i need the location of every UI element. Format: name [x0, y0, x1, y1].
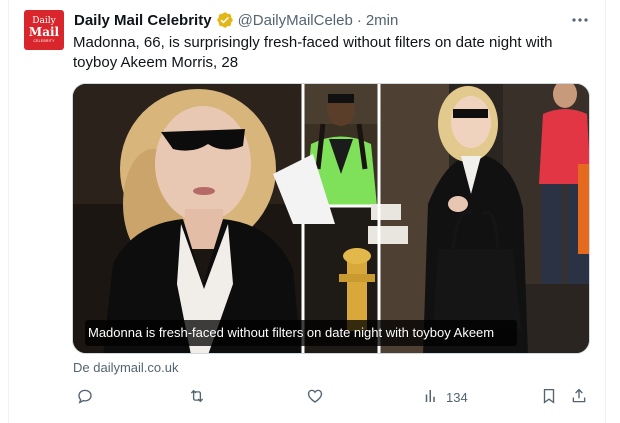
tweet-text-line: Madonna, 66, is surprisingly fresh-faced… [73, 34, 553, 51]
retweet-button[interactable] [188, 386, 206, 408]
avatar-line-3: CELEBRITY [33, 38, 55, 43]
tweet-header: Daily Mail Celebrity @DailyMailCeleb · 2… [74, 10, 398, 30]
share-icon [570, 387, 588, 408]
photo-collage [73, 84, 589, 353]
link-source[interactable]: De dailymail.co.uk [73, 360, 179, 375]
avatar-line-2: Mail [28, 24, 60, 39]
more-options-icon[interactable] [570, 10, 590, 30]
tweet-text: Madonna, 66, is surprisingly fresh-faced… [73, 33, 593, 73]
like-icon [306, 387, 324, 408]
retweet-icon [188, 387, 206, 408]
timestamp[interactable]: 2min [366, 12, 399, 29]
reply-button[interactable] [76, 386, 94, 408]
views-button[interactable]: 134 [422, 386, 468, 408]
views-count: 134 [446, 389, 468, 405]
tweet-text-line: toyboy Akeem Morris, 28 [73, 54, 239, 71]
bookmark-icon [540, 387, 558, 408]
action-bar: 134 [72, 386, 592, 408]
reply-icon [76, 387, 94, 408]
verified-badge-icon [216, 11, 234, 29]
share-button[interactable] [570, 386, 588, 408]
media-caption: Madonna is fresh-faced without filters o… [88, 325, 495, 340]
like-button[interactable] [306, 386, 324, 408]
tweet-media-image[interactable] [72, 83, 590, 354]
separator-dot: · [356, 11, 362, 29]
avatar[interactable]: Daily Mail CELEBRITY [24, 10, 64, 50]
account-handle[interactable]: @DailyMailCeleb [238, 12, 353, 29]
views-icon [422, 387, 440, 408]
display-name[interactable]: Daily Mail Celebrity [74, 12, 212, 29]
bookmark-button[interactable] [540, 386, 558, 408]
